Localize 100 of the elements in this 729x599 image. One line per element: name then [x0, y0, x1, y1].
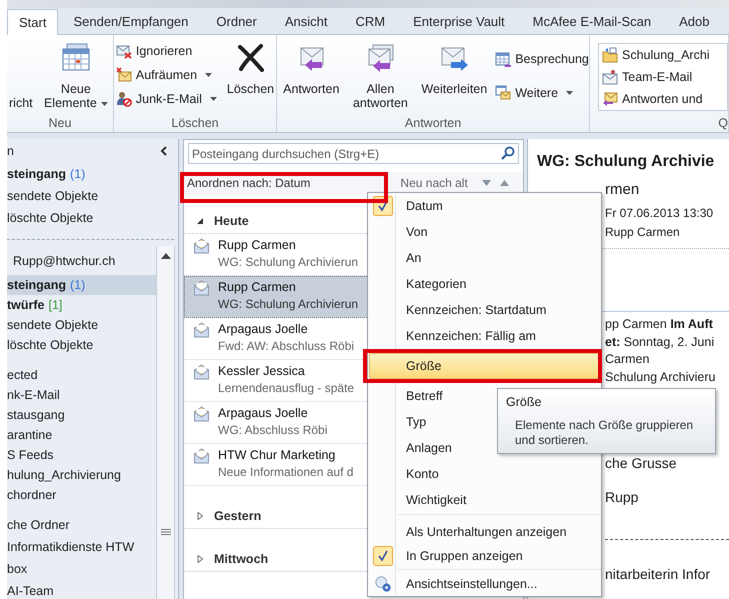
folder-item[interactable]: löschte Objekte [7, 335, 156, 355]
message-subject: WG: Schulung Archivierun [218, 254, 358, 271]
message-subject: WG: Schulung Archivierun [218, 296, 358, 313]
ribbon-button[interactable]: richt [7, 38, 35, 116]
sender-name: Rupp Carmen [218, 237, 297, 254]
folder-item[interactable]: ected [7, 365, 156, 385]
ribbon-button[interactable]: Weitere [495, 81, 589, 105]
ribbon-button[interactable]: Löschen [224, 38, 276, 116]
search-icon[interactable] [501, 146, 515, 160]
message-title: WG: Schulung Archivie [536, 152, 716, 172]
body-text: nitarbeiterin Infor [604, 565, 712, 583]
folder-icon [602, 47, 618, 63]
ribbon-button[interactable]: Aufräumen [116, 63, 217, 87]
group-label: Q [717, 116, 728, 132]
message-subject: Lernendenausflug - späte [218, 380, 354, 397]
sort-order-label[interactable]: Neu nach alt [400, 176, 468, 190]
folder-item[interactable]: AI-Team [7, 580, 156, 599]
caret-icon [566, 91, 574, 95]
sender-name: HTW Chur Marketing [218, 447, 336, 464]
recipient-name: Rupp Carmen [605, 224, 681, 241]
folder-item[interactable]: sendete Objekte [7, 185, 178, 207]
folder-item[interactable]: sendete Objekte [7, 315, 156, 335]
folder-item[interactable]: twürfe [1] [7, 295, 156, 315]
reply-icon [602, 91, 618, 107]
scrollbar[interactable] [156, 246, 175, 599]
search-field[interactable]: Posteingang durchsuchen (Strg+E) [188, 143, 519, 164]
unread-count: (1) [70, 167, 86, 181]
forward-header-line: Schulung Archivieru [604, 368, 716, 386]
ribbon-tab[interactable]: Start [7, 9, 58, 35]
envelope-icon [602, 69, 618, 85]
folder-item[interactable]: S Feeds [7, 445, 156, 465]
folder-item[interactable]: Informatikdienste HTW [7, 536, 156, 558]
folder-item[interactable]: chordner [7, 485, 156, 505]
ribbon-button[interactable]: Junk-E-Mail [116, 87, 217, 111]
calendar-envelope-icon [495, 85, 512, 101]
ribbon-tab[interactable]: Ansicht [272, 9, 341, 34]
folder-item[interactable]: löschte Objekte [7, 207, 178, 229]
collapse-icon[interactable] [160, 146, 168, 156]
message-subject: Neue Informationen auf d [218, 464, 354, 481]
folder-item[interactable]: steingang (1) [7, 163, 178, 185]
ribbon-tab[interactable]: CRM [342, 9, 398, 34]
collapsed-icon [196, 555, 204, 563]
envelope-icon [193, 448, 210, 464]
caret-icon [210, 97, 217, 101]
folder-item[interactable]: arantine [7, 425, 156, 445]
envelope-cross-icon [116, 43, 132, 59]
folder-item[interactable]: steingang (1) [7, 275, 156, 295]
ribbon-button[interactable]: Besprechung [495, 47, 589, 71]
section-title: n [7, 144, 14, 158]
folder-item[interactable]: hulung_Archivierung [7, 465, 156, 485]
caret-icon[interactable] [482, 180, 491, 186]
collapsed-icon [196, 512, 204, 520]
forward-header-line: pp Carmen Im Auft [604, 316, 714, 333]
ribbon-tab[interactable]: McAfee E-Mail-Scan [520, 9, 664, 34]
unread-count: (1) [70, 278, 86, 292]
account-name: Rupp@htwchur.ch [12, 253, 116, 270]
group-label: Löschen [170, 116, 220, 132]
ribbon-button[interactable]: Schulung_Archi [602, 44, 727, 66]
ribbon-button[interactable]: Ignorieren [116, 39, 217, 63]
ribbon-button[interactable]: Weiterleiten [419, 38, 490, 116]
folder-item[interactable]: che Ordner [7, 514, 156, 536]
ribbon-tab[interactable]: Ordner [203, 9, 270, 34]
sender-name: rmen [605, 180, 640, 200]
menu-item[interactable]: Ansichtseinstellungen... [369, 572, 600, 595]
ribbon-tab[interactable]: Enterprise Vault [400, 9, 518, 34]
person-block-icon [116, 91, 132, 107]
ribbon-button[interactable]: Antworten [281, 38, 342, 116]
sent-date: Fr 07.06.2013 13:30 [605, 205, 714, 222]
folder-item[interactable]: stausgang [7, 405, 156, 425]
ribbon-tab[interactable]: Adob [666, 9, 723, 34]
message-subject: WG: Abschluss Röbi [218, 422, 328, 439]
ribbon-button[interactable]: Allen antworten [345, 38, 416, 116]
grip-icon [160, 529, 170, 535]
ribbon-button[interactable]: Antworten und [602, 88, 727, 110]
folder-item[interactable]: nk-E-Mail [7, 385, 156, 405]
ribbon-tab[interactable]: Senden/Empfangen [60, 9, 202, 34]
sender-name: Arpagaus Joelle [218, 405, 309, 422]
group-label: Antworten [404, 116, 462, 132]
envelope-icon [193, 364, 210, 380]
sender-name: Rupp Carmen [218, 279, 297, 296]
envelope-icon [193, 238, 210, 254]
envelope-icon [193, 406, 210, 422]
envelope-icon [193, 322, 210, 338]
folder-item[interactable]: box [7, 558, 156, 580]
caret-icon [205, 73, 212, 77]
envelope-icon [193, 280, 210, 296]
menu-item[interactable]: Größe [369, 353, 600, 379]
ribbon-button[interactable]: Neue Elemente [40, 38, 111, 116]
envelope-icon [116, 67, 132, 83]
group-label: Neu [47, 116, 72, 132]
settings-icon [374, 574, 392, 592]
sender-name: Arpagaus Joelle [218, 321, 309, 338]
arrange-by-label[interactable]: Anordnen nach: Datum [187, 176, 310, 190]
message-subject: Fwd: AW: Abschluss Röbi [218, 338, 354, 355]
caret-icon [100, 102, 108, 106]
ribbon-button[interactable]: Team-E-Mail [602, 66, 727, 88]
scroll-up-icon[interactable] [160, 253, 170, 259]
body-text: Rupp [604, 488, 640, 506]
unread-count: [1] [48, 298, 62, 312]
forward-header-line: Carmen [604, 351, 650, 368]
